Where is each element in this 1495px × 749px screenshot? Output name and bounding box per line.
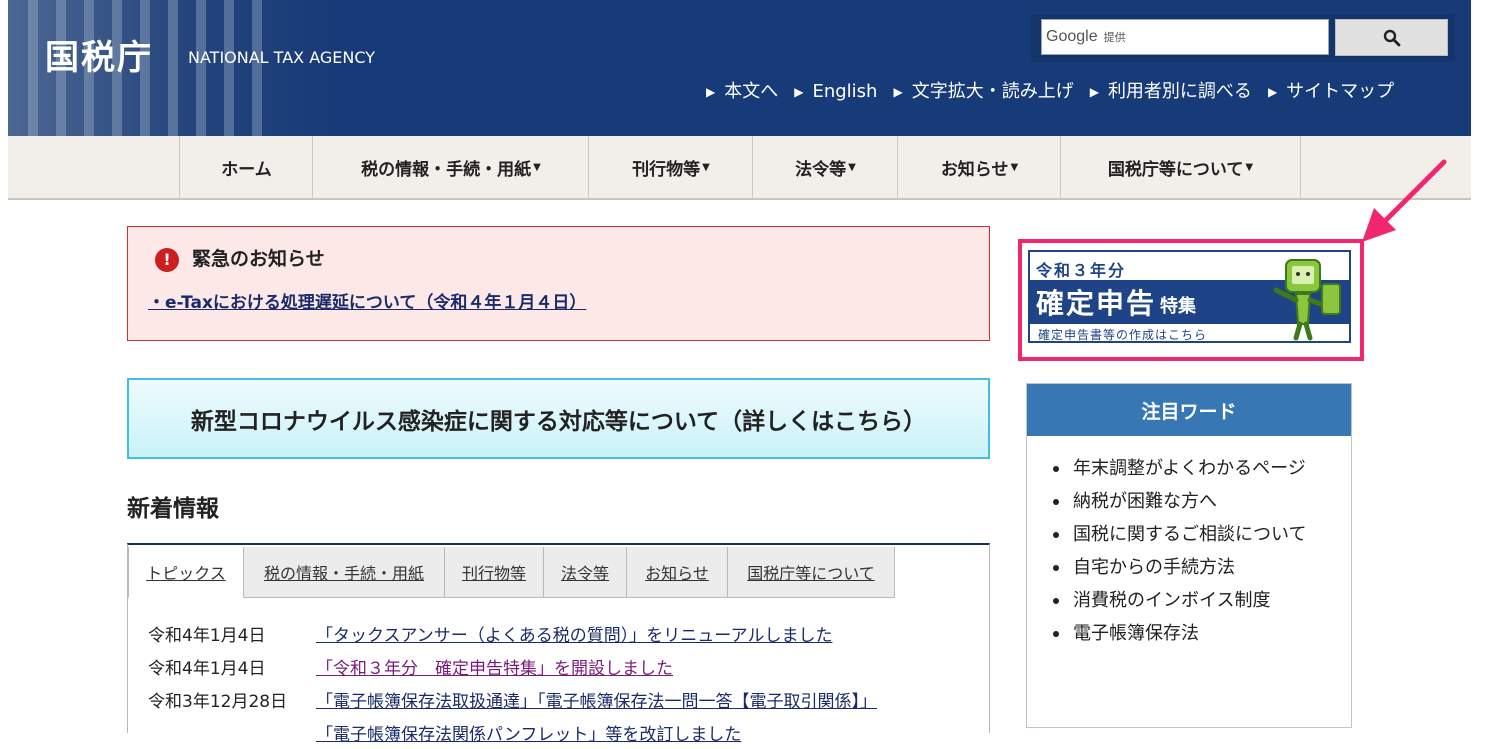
news-list: 令和4年1月4日 「タックスアンサー（よくある税の質問）」をリニューアルしました… <box>148 617 877 749</box>
attention-word-link[interactable]: 消費税のインボイス制度 <box>1053 584 1323 617</box>
tab-notices[interactable]: お知らせ <box>627 547 728 598</box>
news-heading: 新着情報 <box>127 496 219 522</box>
news-date: 令和4年1月4日 <box>148 659 266 679</box>
attention-word-link[interactable]: 年末調整がよくわかるページ <box>1053 452 1323 485</box>
news-title-link[interactable]: 「令和３年分 確定申告特集」を開設しました <box>316 654 673 679</box>
emergency-notice-link[interactable]: ・e-Taxにおける処理遅延について（令和４年１月４日） <box>148 291 586 315</box>
attention-words-list: 年末調整がよくわかるページ 納税が困難な方へ 国税に関するご相談について 自宅か… <box>1053 452 1323 650</box>
news-title-link[interactable]: 「タックスアンサー（よくある税の質問）」をリニューアルしました <box>316 621 832 646</box>
triangle-icon: ▶ <box>706 85 716 99</box>
caret-down-icon: ▼ <box>1245 161 1254 173</box>
caret-down-icon: ▼ <box>1010 161 1019 173</box>
search-icon <box>1383 29 1400 46</box>
triangle-icon: ▶ <box>1089 85 1099 99</box>
emergency-notice: ! 緊急のお知らせ ・e-Taxにおける処理遅延について（令和４年１月４日） <box>127 226 990 341</box>
tab-laws[interactable]: 法令等 <box>544 547 627 598</box>
attention-word-link[interactable]: 自宅からの手続方法 <box>1053 551 1323 584</box>
news-title-link[interactable]: 「電子帳簿保存法取扱通達」「電子帳簿保存法一問一答【電子取引関係】」 <box>316 687 877 712</box>
banner-sub: 確定申告書等の作成はこちら <box>1038 328 1208 342</box>
mascot-icon <box>1273 259 1341 341</box>
nav-about[interactable]: 国税庁等について ▼ <box>1060 136 1301 198</box>
emergency-notice-title: 緊急のお知らせ <box>192 248 325 270</box>
caret-down-icon: ▼ <box>533 161 541 173</box>
tab-tax-info[interactable]: 税の情報・手続・用紙 <box>244 547 445 598</box>
global-nav: ホーム 税の情報・手続・用紙 ▼ 刊行物等 ▼ 法令等 ▼ お知らせ ▼ 国税庁等につい… <box>8 136 1471 200</box>
util-link-by-user[interactable]: ▶ 利用者別に調べる <box>1090 80 1252 104</box>
site-subtitle: NATIONAL TAX AGENCY <box>188 48 375 67</box>
bullet-icon <box>1053 499 1059 505</box>
google-provided: 提供 <box>1103 31 1126 44</box>
caret-down-icon: ▼ <box>702 161 710 173</box>
tab-about[interactable]: 国税庁等について <box>728 547 895 598</box>
bullet-icon <box>1053 466 1059 472</box>
triangle-icon: ▶ <box>1267 85 1278 99</box>
triangle-icon: ▶ <box>794 85 804 99</box>
util-link-sitemap[interactable]: ▶ サイトマップ <box>1268 80 1394 104</box>
pointer-arrow-icon <box>1362 159 1447 242</box>
bullet-icon <box>1053 532 1059 538</box>
attention-word-link[interactable]: 国税に関するご相談について <box>1053 518 1323 551</box>
site-title[interactable]: 国税庁 <box>45 38 153 78</box>
banner-main-text: 確定申告 <box>1036 287 1157 320</box>
caret-down-icon: ▼ <box>848 161 856 173</box>
util-link-accessibility[interactable]: ▶ 文字拡大・読み上げ <box>893 80 1073 104</box>
news-tabs: トピックス 税の情報・手続・用紙 刊行物等 法令等 お知らせ 国税庁等について <box>128 547 895 598</box>
news-item: 令和4年1月4日 「令和３年分 確定申告特集」を開設しました <box>148 650 877 683</box>
news-title-link[interactable]: 「電子帳簿保存法関係パンフレット」等を改訂しました <box>316 720 741 745</box>
attention-words-panel: 注目ワード 年末調整がよくわかるページ 納税が困難な方へ 国税に関するご相談につ… <box>1026 383 1352 728</box>
alert-icon: ! <box>155 248 179 272</box>
news-item: 「電子帳簿保存法関係パンフレット」等を改訂しました <box>148 716 877 749</box>
bullet-icon <box>1053 565 1059 571</box>
util-link-main-content[interactable]: ▶ 本文へ <box>706 80 778 104</box>
news-panel: トピックス 税の情報・手続・用紙 刊行物等 法令等 お知らせ 国税庁等について … <box>127 543 990 745</box>
triangle-icon: ▶ <box>893 85 903 99</box>
attention-word-link[interactable]: 電子帳簿保存法 <box>1053 617 1323 650</box>
covid-banner[interactable]: 新型コロナウイルス感染症に関する対応等について（詳しくはこちら） <box>127 378 990 459</box>
news-date: 令和4年1月4日 <box>148 626 266 646</box>
google-brand: Google <box>1046 28 1098 45</box>
bullet-icon <box>1053 598 1059 604</box>
nav-home[interactable]: ホーム <box>179 136 313 198</box>
bullet-icon <box>1053 631 1059 637</box>
banner-year: 令和３年分 <box>1036 261 1127 280</box>
nav-tax-info[interactable]: 税の情報・手続・用紙 ▼ <box>312 136 589 198</box>
news-item: 令和3年12月28日 「電子帳簿保存法取扱通達」「電子帳簿保存法一問一答【電子取… <box>148 683 877 716</box>
news-item: 令和4年1月4日 「タックスアンサー（よくある税の質問）」をリニューアルしました <box>148 617 877 650</box>
tab-topics[interactable]: トピックス <box>128 547 244 598</box>
search-button[interactable] <box>1335 19 1448 56</box>
site-search: Google 提供 <box>1031 14 1455 62</box>
tab-publications[interactable]: 刊行物等 <box>445 547 544 598</box>
nav-publications[interactable]: 刊行物等 ▼ <box>588 136 753 198</box>
util-link-english[interactable]: ▶ English <box>794 80 877 104</box>
nav-notices[interactable]: お知らせ ▼ <box>897 136 1061 198</box>
search-input[interactable]: Google 提供 <box>1041 19 1329 55</box>
news-date: 令和3年12月28日 <box>148 692 288 712</box>
site-header: 国税庁 NATIONAL TAX AGENCY Google 提供 ▶ 本文へ ▶… <box>8 0 1471 136</box>
attention-words-heading: 注目ワード <box>1027 384 1351 436</box>
utility-links: ▶ 本文へ ▶ English ▶ 文字拡大・読み上げ ▶ 利用者別に調べる ▶ サイトマ… <box>706 80 1394 104</box>
banner-suffix: 特集 <box>1160 296 1197 317</box>
nav-laws[interactable]: 法令等 ▼ <box>752 136 898 198</box>
tax-return-special-banner[interactable]: 令和３年分 確定申告 特集 確定申告書等の作成はこちら <box>1028 250 1351 343</box>
attention-word-link[interactable]: 納税が困難な方へ <box>1053 485 1323 518</box>
